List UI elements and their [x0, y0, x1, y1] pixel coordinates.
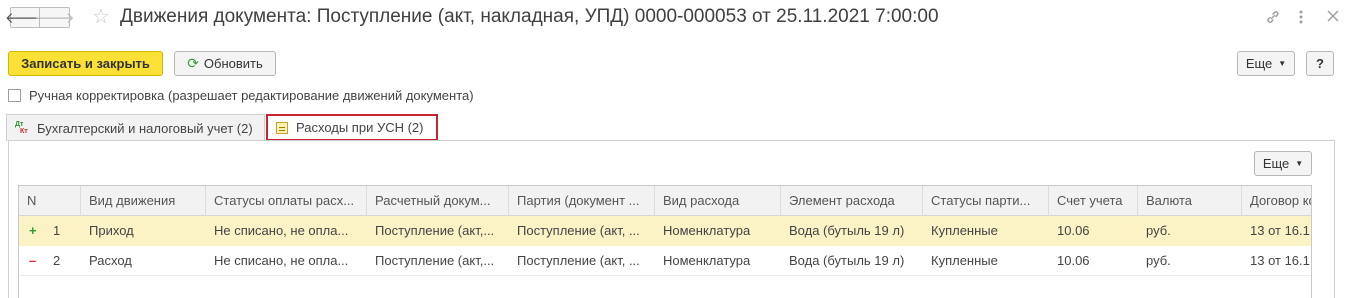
tab-accounting[interactable]: Дт Кт Бухгалтерский и налоговый учет (2): [6, 114, 265, 141]
refresh-button[interactable]: ⟳ Обновить: [174, 51, 276, 76]
close-icon[interactable]: [1326, 9, 1340, 27]
page-title: Движения документа: Поступление (акт, на…: [120, 6, 939, 27]
column-header[interactable]: Элемент расхода: [781, 186, 923, 216]
cell-expense-item: Вода (бутыль 19 л): [789, 253, 905, 268]
manual-adjust-label: Ручная корректировка (разрешает редактир…: [29, 88, 474, 103]
cell-settle-doc: Поступление (акт,...: [375, 253, 495, 268]
favorite-star-icon[interactable]: ☆: [92, 6, 110, 28]
cell-batch-status: Купленные: [931, 223, 998, 238]
income-sign-icon: +: [29, 223, 37, 238]
row-number: 1: [53, 223, 61, 238]
cell-account: 10.06: [1057, 253, 1090, 268]
table-header: N Вид движения Статусы оплаты расх... Ра…: [19, 186, 1311, 216]
movements-table: N Вид движения Статусы оплаты расх... Ра…: [18, 185, 1312, 298]
more-vertical-icon[interactable]: [1298, 9, 1304, 29]
cell-contract: 13 от 16.1: [1250, 223, 1310, 238]
cell-expense-item: Вода (бутыль 19 л): [789, 223, 905, 238]
column-header[interactable]: Статусы оплаты расх...: [206, 186, 367, 216]
chevron-down-icon: ▼: [1278, 59, 1287, 68]
column-header[interactable]: N: [19, 186, 81, 216]
link-icon[interactable]: [1265, 9, 1281, 29]
cell-batch: Поступление (акт, ...: [517, 223, 640, 238]
manual-adjust-checkbox[interactable]: [8, 89, 21, 102]
cell-pay-status: Не списано, не опла...: [214, 223, 349, 238]
cell-expense-type: Номенклатура: [663, 223, 751, 238]
cell-currency: руб.: [1146, 253, 1171, 268]
column-header[interactable]: Вид движения: [81, 186, 206, 216]
cell-batch: Поступление (акт, ...: [517, 253, 640, 268]
save-and-close-button[interactable]: Записать и закрыть: [8, 51, 163, 76]
column-header[interactable]: Статусы парти...: [923, 186, 1049, 216]
tab-usn-expenses-label: Расходы при УСН (2): [296, 120, 424, 135]
refresh-icon: ⟳: [187, 55, 199, 71]
cell-kind: Приход: [89, 223, 134, 238]
table-row[interactable]: – 2 Расход Не списано, не опла... Поступ…: [19, 246, 1311, 276]
cell-settle-doc: Поступление (акт,...: [375, 223, 495, 238]
table-row[interactable]: + 1 Приход Не списано, не опла... Поступ…: [19, 216, 1311, 246]
row-number: 2: [53, 253, 61, 268]
forward-button[interactable]: 🡒: [34, 7, 75, 28]
manual-adjust-row: Ручная корректировка (разрешает редактир…: [8, 88, 474, 103]
column-header[interactable]: Вид расхода: [655, 186, 781, 216]
cell-kind: Расход: [89, 253, 132, 268]
column-header[interactable]: Валюта: [1138, 186, 1242, 216]
column-header[interactable]: Счет учета: [1049, 186, 1138, 216]
window-header: 🡐 🡒 ☆ Движения документа: Поступление (а…: [0, 0, 1345, 38]
grid-more-button[interactable]: Еще ▼: [1254, 151, 1312, 176]
expense-sign-icon: –: [29, 253, 37, 268]
tab-usn-expenses[interactable]: Расходы при УСН (2): [266, 114, 438, 141]
debit-credit-icon: Дт Кт: [15, 121, 28, 135]
cell-batch-status: Купленные: [931, 253, 998, 268]
register-icon: [276, 121, 288, 134]
column-header[interactable]: Партия (документ ...: [509, 186, 655, 216]
column-header[interactable]: Договор ко: [1242, 186, 1311, 216]
cell-currency: руб.: [1146, 223, 1171, 238]
help-button[interactable]: ?: [1306, 51, 1334, 76]
cell-expense-type: Номенклатура: [663, 253, 751, 268]
chevron-down-icon: ▼: [1295, 159, 1304, 168]
cell-account: 10.06: [1057, 223, 1090, 238]
tab-accounting-label: Бухгалтерский и налоговый учет (2): [37, 120, 253, 136]
more-menu-button[interactable]: Еще ▼: [1237, 51, 1295, 76]
cell-contract: 13 от 16.1: [1250, 253, 1310, 268]
cell-pay-status: Не списано, не опла...: [214, 253, 349, 268]
arrow-right-icon: 🡒: [34, 10, 75, 27]
column-header[interactable]: Расчетный докум...: [367, 186, 509, 216]
